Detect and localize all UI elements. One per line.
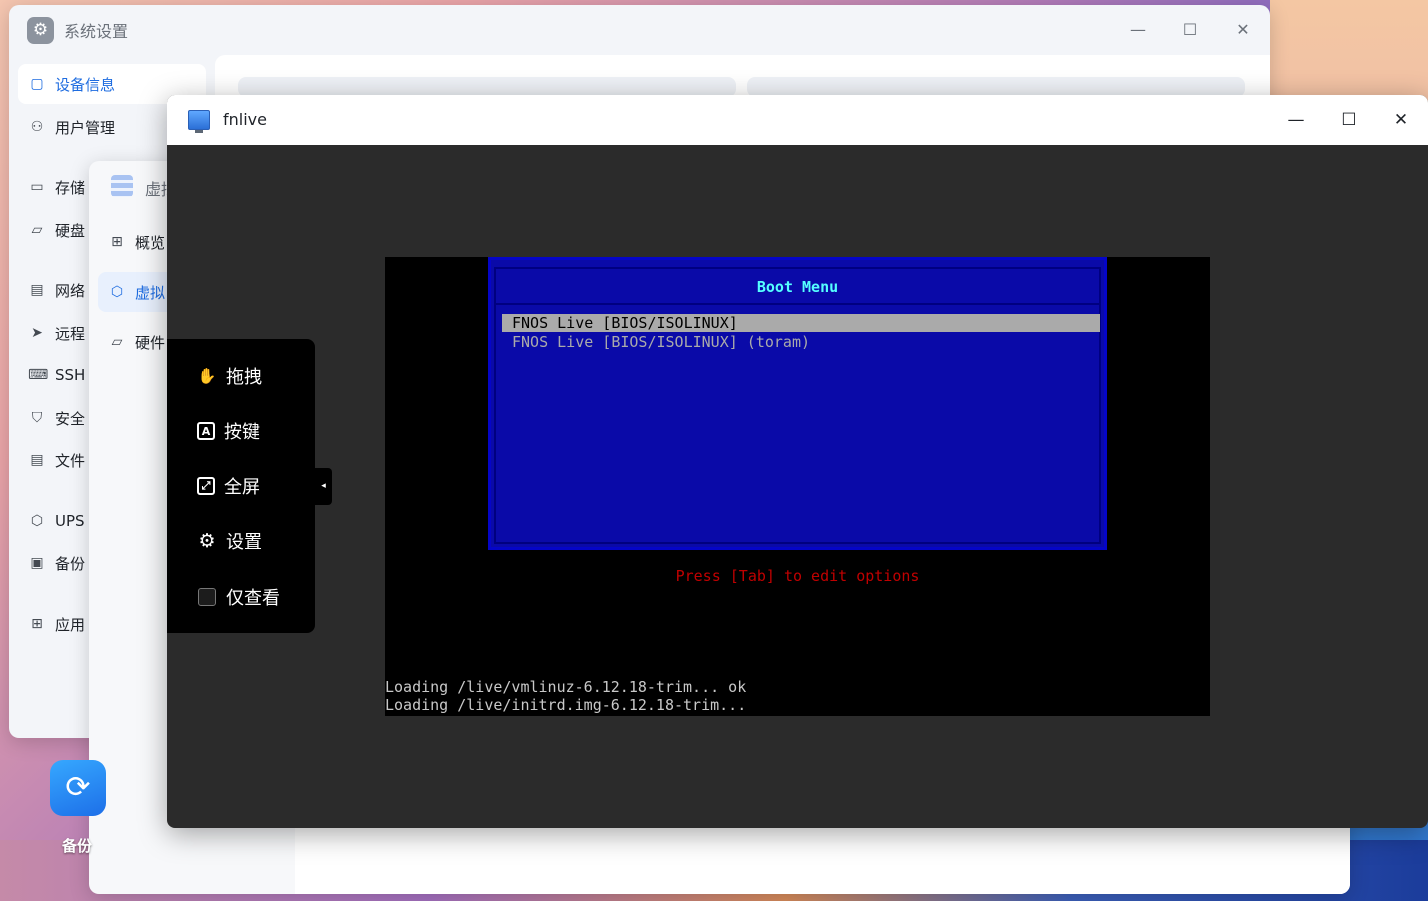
monitor-icon — [188, 110, 210, 133]
keyboard-key-icon: A — [197, 422, 215, 440]
toolbar-label: 拖拽 — [226, 367, 262, 388]
backup-app-icon[interactable]: ⟳ — [50, 760, 106, 816]
sidebar-item-label: SSH — [55, 366, 86, 384]
settings-titlebar[interactable]: ⚙ 系统设置 — ☐ ✕ — [9, 5, 1270, 55]
toolbar-label: 仅查看 — [226, 588, 280, 609]
vm-sidebar-label: 虚拟 — [135, 283, 166, 302]
fnlive-maximize-button[interactable]: ☐ — [1332, 105, 1366, 135]
keys-button[interactable]: A 按键 — [197, 417, 260, 445]
info-card — [747, 77, 1245, 97]
backup-icon: ▣ — [30, 555, 44, 571]
boot-log-line: Loading /live/initrd.img-6.12.18-trim... — [385, 696, 747, 714]
boot-menu-title: Boot Menu — [756, 278, 839, 296]
gear-icon: ⚙ — [198, 530, 216, 552]
user-icon: ⚇ — [30, 119, 44, 135]
backup-app-label[interactable]: 备份 — [62, 835, 92, 856]
vm-sidebar-label: 硬件 — [135, 333, 166, 352]
checkbox-icon[interactable] — [197, 587, 217, 607]
info-card — [238, 77, 736, 97]
fnlive-window: fnlive — ☐ ✕ Boot Menu FNOS Live [BIOS/I… — [167, 95, 1428, 828]
send-icon: ➤ — [31, 325, 43, 341]
fnlive-window-title: fnlive — [223, 110, 267, 129]
fnlive-titlebar[interactable]: fnlive — ☐ ✕ — [167, 95, 1428, 145]
device-info-icon: ▢ — [30, 76, 44, 92]
sidebar-item-label: 网络 — [55, 281, 86, 300]
settings-maximize-button[interactable]: ☐ — [1174, 15, 1206, 45]
sidebar-item-label: 文件 — [55, 451, 86, 470]
settings-gear-icon: ⚙ — [27, 17, 54, 44]
sidebar-item-label: 安全 — [55, 409, 86, 428]
settings-button[interactable]: ⚙ 设置 — [197, 527, 262, 555]
boot-menu: Boot Menu FNOS Live [BIOS/ISOLINUX] FNOS… — [488, 257, 1107, 550]
boot-log-line: Loading /live/vmlinuz-6.12.18-trim... ok — [385, 678, 747, 696]
boot-entry[interactable]: FNOS Live [BIOS/ISOLINUX] (toram) — [502, 333, 1100, 351]
sidebar-item-label: 用户管理 — [55, 118, 116, 137]
shield-icon: ⛉ — [31, 410, 43, 426]
vm-app-icon — [111, 175, 133, 197]
hardware-icon: ▱ — [111, 334, 123, 350]
boot-entry[interactable]: FNOS Live [BIOS/ISOLINUX] — [502, 314, 1100, 332]
sidebar-item-label: 远程 — [55, 324, 86, 343]
vm-console-screen[interactable]: Boot Menu FNOS Live [BIOS/ISOLINUX] FNOS… — [385, 257, 1210, 716]
sidebar-item-label: 存储 — [55, 178, 86, 197]
settings-minimize-button[interactable]: — — [1122, 15, 1154, 45]
fnlive-minimize-button[interactable]: — — [1279, 105, 1313, 135]
toolbar-label: 全屏 — [224, 477, 260, 498]
drag-button[interactable]: ✋ 拖拽 — [197, 362, 262, 390]
view-only-toggle[interactable]: 仅查看 — [197, 583, 280, 611]
sidebar-item-label: 备份 — [55, 554, 86, 573]
boot-menu-border: Boot Menu FNOS Live [BIOS/ISOLINUX] FNOS… — [494, 267, 1101, 544]
settings-window-title: 系统设置 — [64, 22, 129, 41]
toolbar-collapse-button[interactable]: ◂ — [315, 468, 332, 505]
boot-menu-divider — [496, 303, 1099, 305]
settings-close-button[interactable]: ✕ — [1227, 15, 1259, 45]
sidebar-item-label: 应用 — [55, 615, 86, 634]
sidebar-item-label: UPS — [55, 512, 85, 530]
network-icon: ▤ — [30, 282, 44, 298]
fnlive-close-button[interactable]: ✕ — [1384, 105, 1418, 135]
vm-sidebar-label: 概览 — [135, 233, 166, 252]
toolbar-label: 设置 — [226, 532, 262, 553]
fullscreen-icon: ⤢ — [197, 477, 215, 495]
ups-shield-icon: ⬡ — [30, 513, 44, 529]
apps-icon: ⊞ — [31, 616, 43, 632]
hand-drag-icon: ✋ — [197, 367, 217, 385]
terminal-icon: ⌨ — [28, 367, 49, 383]
sidebar-item-label: 硬盘 — [55, 221, 86, 240]
cube-icon: ⬡ — [110, 284, 124, 300]
storage-icon: ▭ — [30, 179, 44, 195]
vm-floating-toolbar: ✋ 拖拽 A 按键 ⤢ 全屏 ⚙ 设置 仅查看 — [167, 339, 315, 633]
grid-icon: ⊞ — [111, 234, 123, 250]
fullscreen-button[interactable]: ⤢ 全屏 — [197, 472, 260, 500]
file-icon: ▤ — [30, 452, 44, 468]
sidebar-item-label: 设备信息 — [55, 75, 116, 94]
boot-hint-text: Press [Tab] to edit options — [675, 567, 920, 585]
toolbar-label: 按键 — [224, 422, 260, 443]
disk-icon: ▱ — [31, 222, 43, 238]
